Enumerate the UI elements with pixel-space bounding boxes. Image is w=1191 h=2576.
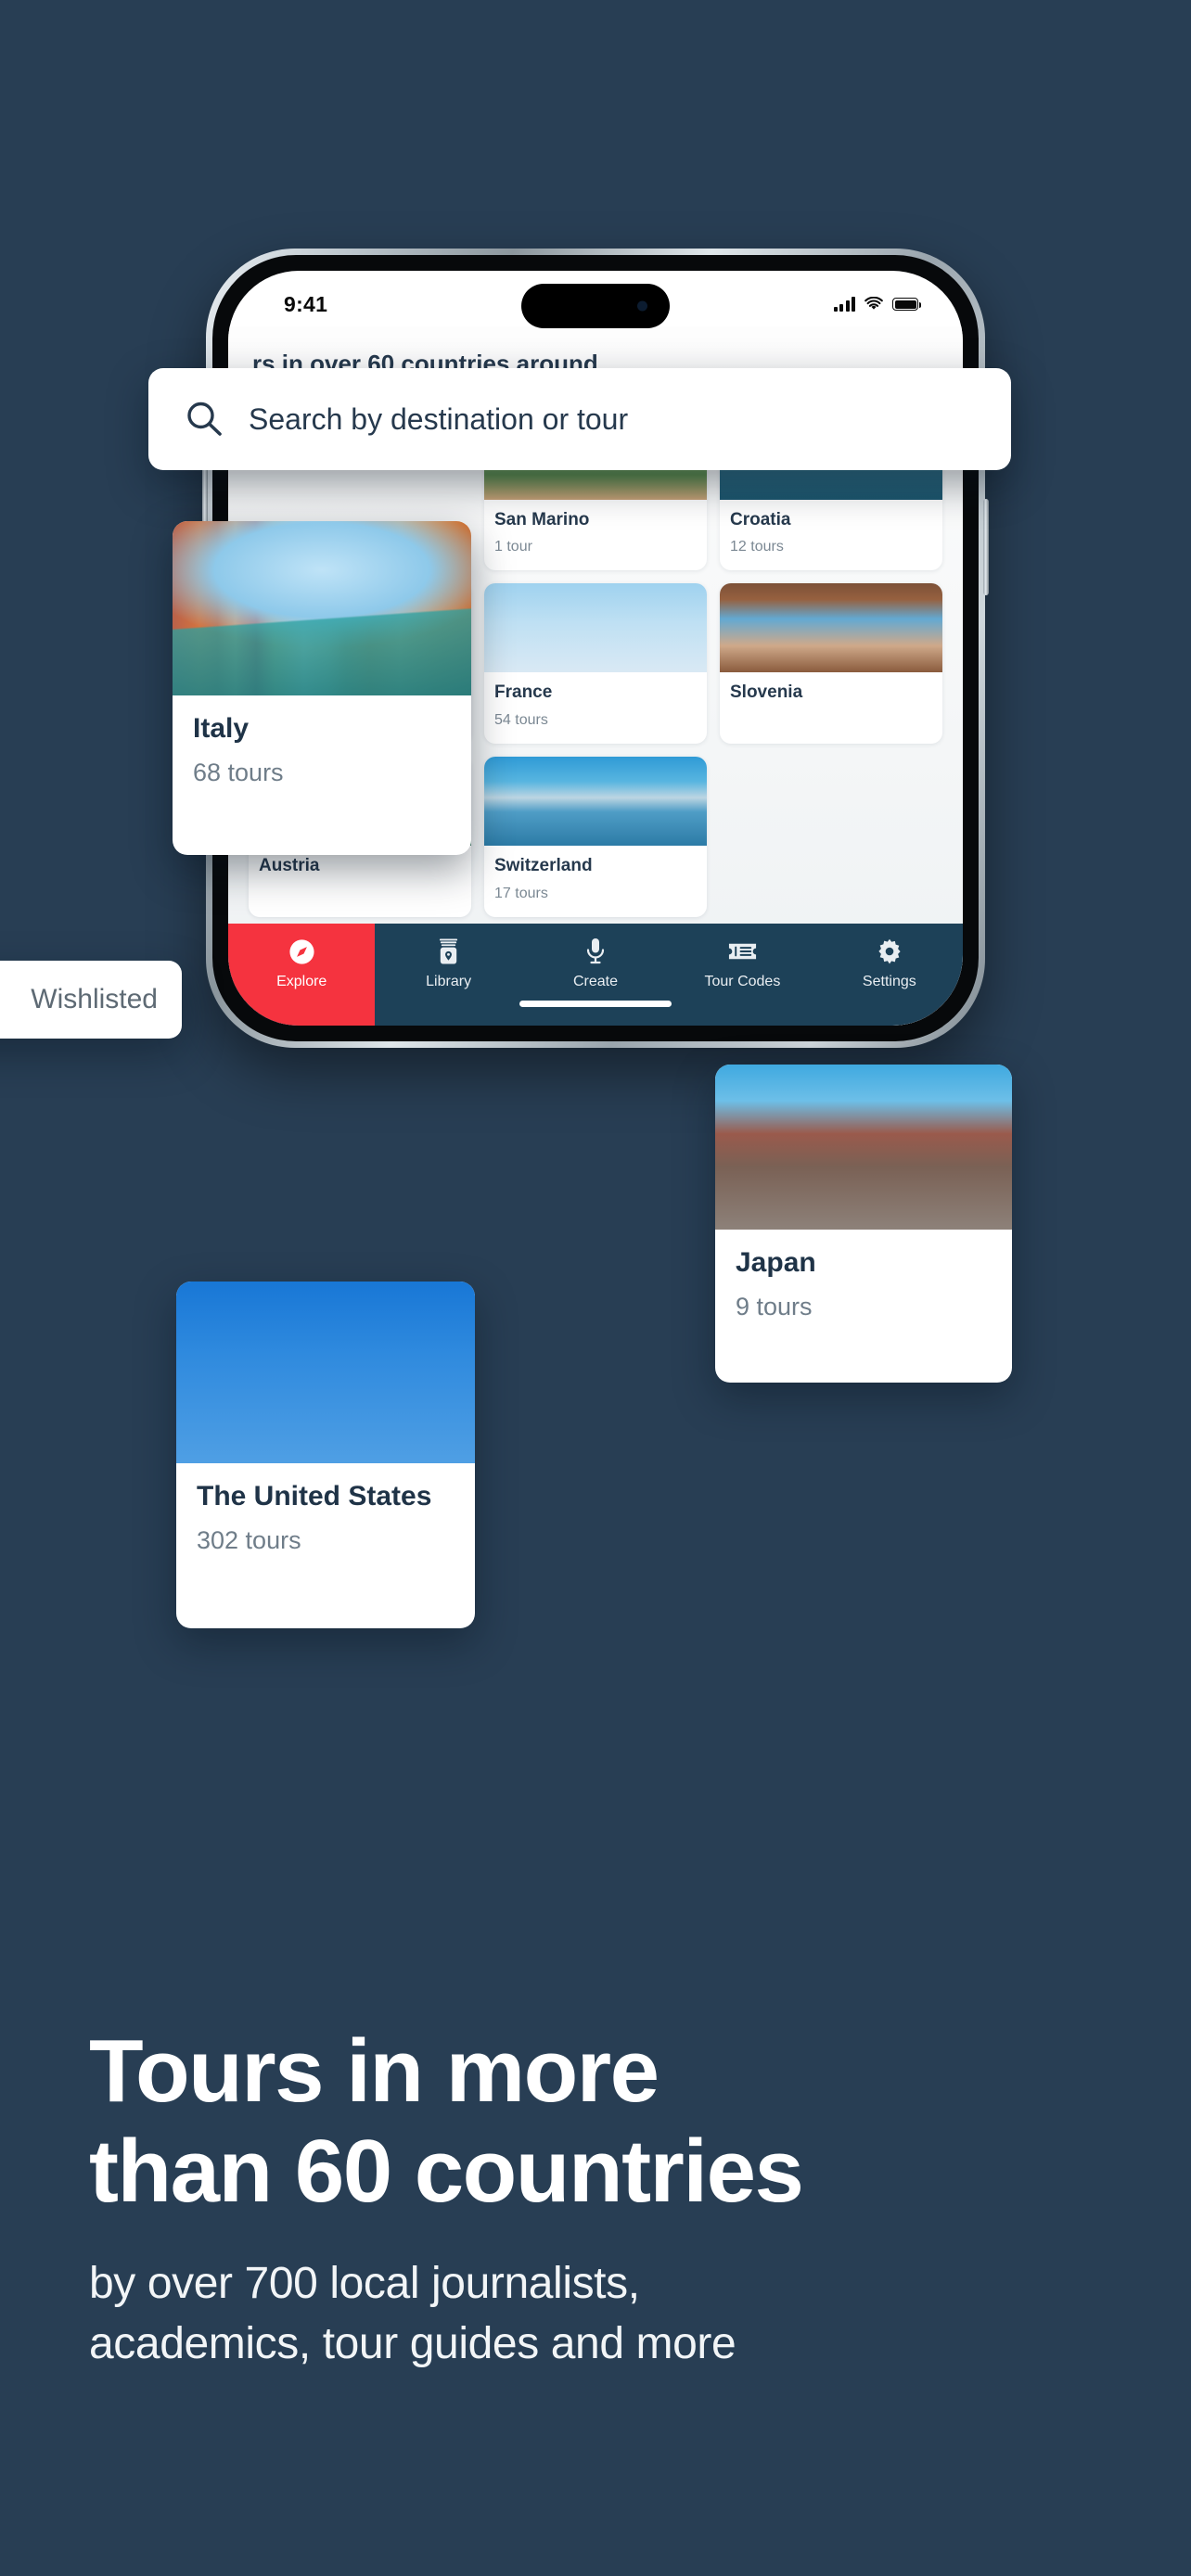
battery-icon — [892, 298, 921, 311]
country-tours: 68 tours — [193, 759, 284, 786]
country-name: San Marino — [494, 509, 590, 529]
wishlisted-label: Wishlisted — [31, 984, 158, 1014]
home-indicator[interactable] — [519, 1001, 672, 1007]
marketing-subheadline: by over 700 local journalists, academics… — [89, 2259, 736, 2368]
country-tours: 1 tour — [494, 539, 532, 555]
search-placeholder: Search by destination or tour — [249, 402, 629, 436]
bottom-tab-bar: Explore Library Create Tour Codes Settin… — [228, 924, 963, 1026]
country-photo — [715, 1065, 1012, 1230]
country-card-italy[interactable]: Italy 68 tours — [173, 521, 471, 855]
volume-up-button[interactable] — [202, 467, 208, 529]
microphone-icon — [583, 936, 608, 967]
country-name: Japan — [736, 1247, 816, 1278]
marketing-section: Tours in more than 60 countries by over … — [0, 2021, 1191, 2375]
country-photo — [484, 757, 707, 847]
power-button[interactable] — [983, 499, 989, 595]
wishlisted-filter-chip[interactable]: Wishlisted — [0, 961, 182, 1039]
country-name: Croatia — [730, 509, 791, 529]
wifi-icon — [864, 297, 883, 310]
tab-label: Tour Codes — [704, 974, 781, 989]
country-tours: 302 tours — [197, 1526, 301, 1554]
tab-label: Library — [426, 974, 472, 989]
tab-create[interactable]: Create — [522, 924, 669, 1026]
country-name: Switzerland — [494, 856, 593, 876]
status-indicators — [833, 297, 921, 312]
country-card-switzerland[interactable]: Switzerland 17 tours — [484, 757, 707, 917]
country-tours: 9 tours — [736, 1293, 813, 1320]
country-tours: 12 tours — [730, 539, 784, 555]
dynamic-island — [521, 284, 670, 328]
country-card-united-states[interactable]: The United States 302 tours — [176, 1282, 475, 1628]
tab-tour-codes[interactable]: Tour Codes — [669, 924, 815, 1026]
tab-settings[interactable]: Settings — [816, 924, 963, 1026]
country-name: France — [494, 682, 553, 703]
country-name: Slovenia — [730, 682, 803, 703]
country-card-slovenia[interactable]: Slovenia — [720, 583, 942, 745]
tab-explore[interactable]: Explore — [228, 924, 376, 1026]
country-name: Austria — [259, 856, 320, 876]
tab-library[interactable]: Library — [375, 924, 521, 1026]
library-bag-icon — [435, 936, 462, 967]
status-time: 9:41 — [284, 291, 328, 316]
gear-icon — [876, 936, 903, 967]
tab-label: Settings — [862, 974, 916, 989]
country-photo — [720, 583, 942, 673]
country-photo — [173, 521, 471, 695]
tab-label: Create — [573, 974, 619, 989]
country-tours: 17 tours — [494, 885, 548, 901]
country-name: The United States — [197, 1481, 432, 1511]
country-card-france[interactable]: France 54 tours — [484, 583, 707, 745]
marketing-headline: Tours in more than 60 countries — [89, 2021, 804, 2221]
search-input[interactable]: Search by destination or tour — [148, 368, 1011, 470]
country-name: Italy — [193, 713, 250, 744]
country-photo — [484, 583, 707, 673]
country-photo — [176, 1282, 475, 1463]
country-card-japan[interactable]: Japan 9 tours — [715, 1065, 1012, 1383]
ticket-icon — [727, 936, 758, 967]
compass-icon — [288, 936, 316, 967]
cellular-signal-icon — [833, 297, 855, 312]
front-camera-icon — [637, 300, 647, 312]
country-tours: 54 tours — [494, 712, 548, 729]
search-icon — [187, 402, 222, 436]
tab-label: Explore — [276, 974, 327, 989]
